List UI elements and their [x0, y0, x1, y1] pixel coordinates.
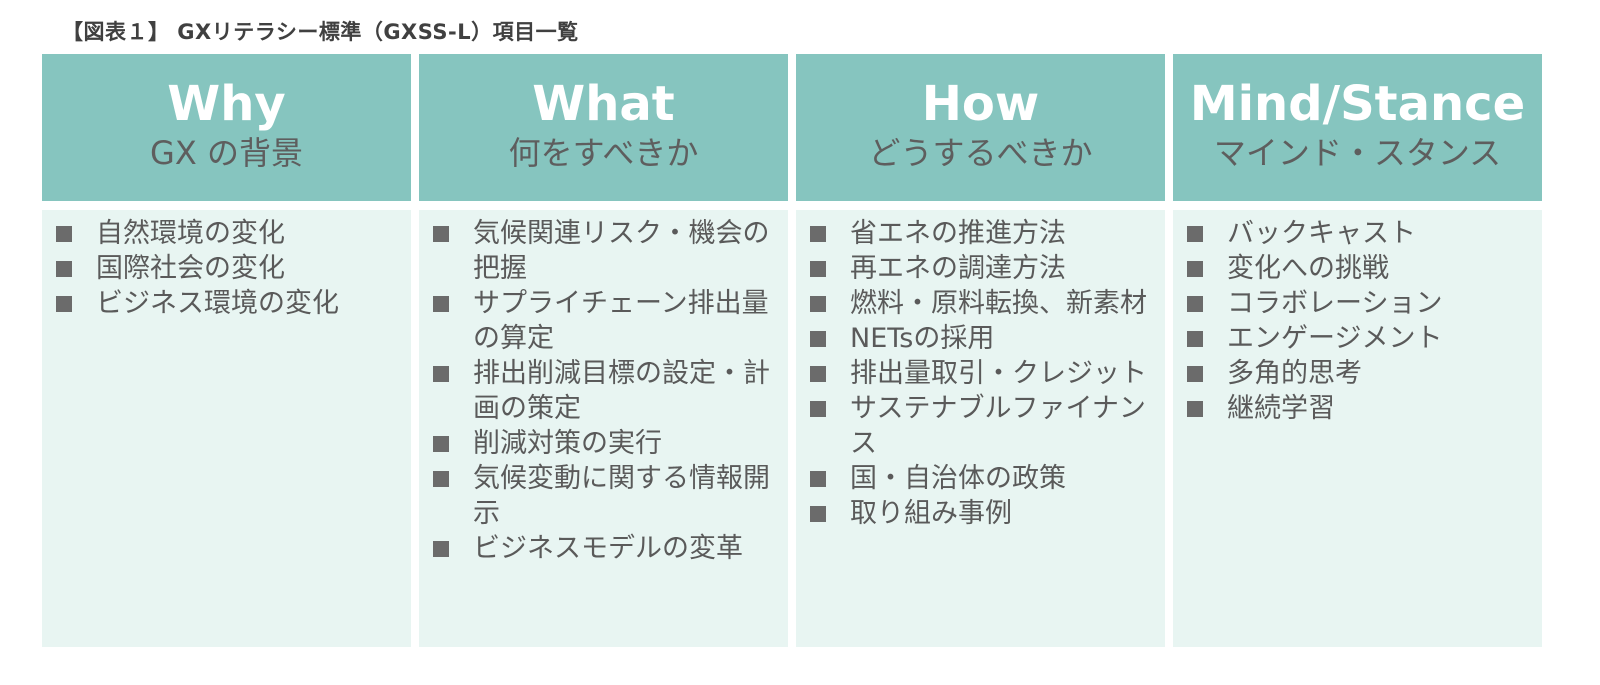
list-item: 気候変動に関する情報開示: [431, 461, 774, 531]
list-item: 多角的思考: [1185, 356, 1528, 391]
list-item: 省エネの推進方法: [808, 216, 1151, 251]
list-item: エンゲージメント: [1185, 321, 1528, 356]
list-item-text: 国・自治体の政策: [850, 463, 1066, 494]
square-bullet-icon: [433, 541, 449, 557]
list-item-text: 省エネの推進方法: [850, 218, 1066, 249]
square-bullet-icon: [810, 506, 826, 522]
list-item-text: 排出量取引・クレジット: [850, 358, 1147, 389]
list-item-text: 削減対策の実行: [473, 428, 662, 459]
square-bullet-icon: [433, 296, 449, 312]
column-title-en: Mind/Stance: [1189, 75, 1526, 132]
column-title-ja: 何をすべきか: [508, 133, 699, 172]
square-bullet-icon: [810, 226, 826, 242]
list-item-text: 変化への挑戦: [1227, 253, 1389, 284]
column-title-ja: GX の背景: [150, 133, 303, 172]
list-item-text: 燃料・原料転換、新素材: [850, 288, 1147, 319]
column-how: How どうするべきか 省エネの推進方法 再エネの調達方法 燃料・原料転換、新素…: [796, 54, 1165, 647]
list-item: 継続学習: [1185, 391, 1528, 426]
list-item: 燃料・原料転換、新素材: [808, 286, 1151, 321]
square-bullet-icon: [433, 366, 449, 382]
list-item-text: 気候関連リスク・機会の把握: [473, 218, 770, 284]
square-bullet-icon: [1187, 296, 1203, 312]
list-item-text: 多角的思考: [1227, 358, 1362, 389]
list-item-text: 取り組み事例: [850, 498, 1012, 529]
column-header: Mind/Stance マインド・スタンス: [1173, 54, 1542, 201]
list-item-text: ビジネス環境の変化: [96, 288, 339, 319]
column-body: 省エネの推進方法 再エネの調達方法 燃料・原料転換、新素材 NETsの採用 排出…: [796, 210, 1165, 647]
list-item: バックキャスト: [1185, 216, 1528, 251]
column-why: Why GX の背景 自然環境の変化 国際社会の変化 ビジネス環境の変化: [42, 54, 411, 647]
column-body: 自然環境の変化 国際社会の変化 ビジネス環境の変化: [42, 210, 411, 647]
list-item: 国際社会の変化: [54, 251, 397, 286]
square-bullet-icon: [433, 436, 449, 452]
list-item: コラボレーション: [1185, 286, 1528, 321]
column-mind-stance: Mind/Stance マインド・スタンス バックキャスト 変化への挑戦 コラボ…: [1173, 54, 1542, 647]
square-bullet-icon: [810, 401, 826, 417]
square-bullet-icon: [56, 226, 72, 242]
column-header: What 何をすべきか: [419, 54, 788, 201]
square-bullet-icon: [1187, 331, 1203, 347]
square-bullet-icon: [1187, 401, 1203, 417]
figure-title: 【図表１】 GXリテラシー標準（GXSS-L）項目一覧: [62, 20, 579, 44]
list-item-text: 継続学習: [1227, 393, 1335, 424]
list-item-text: 排出削減目標の設定・計画の策定: [473, 358, 770, 424]
square-bullet-icon: [1187, 261, 1203, 277]
column-title-ja: どうするべきか: [868, 133, 1093, 172]
list-item: サステナブルファイナンス: [808, 391, 1151, 461]
square-bullet-icon: [56, 261, 72, 277]
list-item-text: 自然環境の変化: [96, 218, 285, 249]
square-bullet-icon: [810, 296, 826, 312]
list-item: 排出削減目標の設定・計画の策定: [431, 356, 774, 426]
list-item: ビジネスモデルの変革: [431, 531, 774, 566]
list-item-text: 再エネの調達方法: [850, 253, 1066, 284]
list-item-text: コラボレーション: [1227, 288, 1443, 319]
list-item-text: 気候変動に関する情報開示: [473, 463, 770, 529]
column-title-en: What: [532, 75, 675, 132]
square-bullet-icon: [810, 261, 826, 277]
square-bullet-icon: [810, 331, 826, 347]
column-title-ja: マインド・スタンス: [1213, 133, 1502, 172]
square-bullet-icon: [56, 296, 72, 312]
list-item-text: ビジネスモデルの変革: [473, 533, 743, 564]
column-title-en: Why: [167, 75, 286, 132]
square-bullet-icon: [1187, 226, 1203, 242]
list-item-text: NETsの採用: [850, 323, 995, 354]
list-item: 排出量取引・クレジット: [808, 356, 1151, 391]
list-item: 気候関連リスク・機会の把握: [431, 216, 774, 286]
list-item: 自然環境の変化: [54, 216, 397, 251]
list-item-text: 国際社会の変化: [96, 253, 285, 284]
list-item: ビジネス環境の変化: [54, 286, 397, 321]
list-item: NETsの採用: [808, 321, 1151, 356]
column-body: バックキャスト 変化への挑戦 コラボレーション エンゲージメント 多角的思考 継…: [1173, 210, 1542, 647]
list-item: 変化への挑戦: [1185, 251, 1528, 286]
list-item-text: サプライチェーン排出量の算定: [473, 288, 769, 354]
square-bullet-icon: [810, 471, 826, 487]
column-what: What 何をすべきか 気候関連リスク・機会の把握 サプライチェーン排出量の算定…: [419, 54, 788, 647]
list-item: 削減対策の実行: [431, 426, 774, 461]
list-item: 国・自治体の政策: [808, 461, 1151, 496]
list-item-text: エンゲージメント: [1227, 323, 1443, 354]
square-bullet-icon: [433, 226, 449, 242]
square-bullet-icon: [810, 366, 826, 382]
list-item-text: バックキャスト: [1227, 218, 1416, 249]
column-header: Why GX の背景: [42, 54, 411, 201]
gxss-l-table: Why GX の背景 自然環境の変化 国際社会の変化 ビジネス環境の変化 Wha…: [42, 54, 1542, 647]
list-item-text: サステナブルファイナンス: [850, 393, 1146, 459]
list-item: サプライチェーン排出量の算定: [431, 286, 774, 356]
square-bullet-icon: [433, 471, 449, 487]
column-title-en: How: [921, 75, 1040, 132]
square-bullet-icon: [1187, 366, 1203, 382]
column-header: How どうするべきか: [796, 54, 1165, 201]
list-item: 再エネの調達方法: [808, 251, 1151, 286]
column-body: 気候関連リスク・機会の把握 サプライチェーン排出量の算定 排出削減目標の設定・計…: [419, 210, 788, 647]
list-item: 取り組み事例: [808, 496, 1151, 531]
